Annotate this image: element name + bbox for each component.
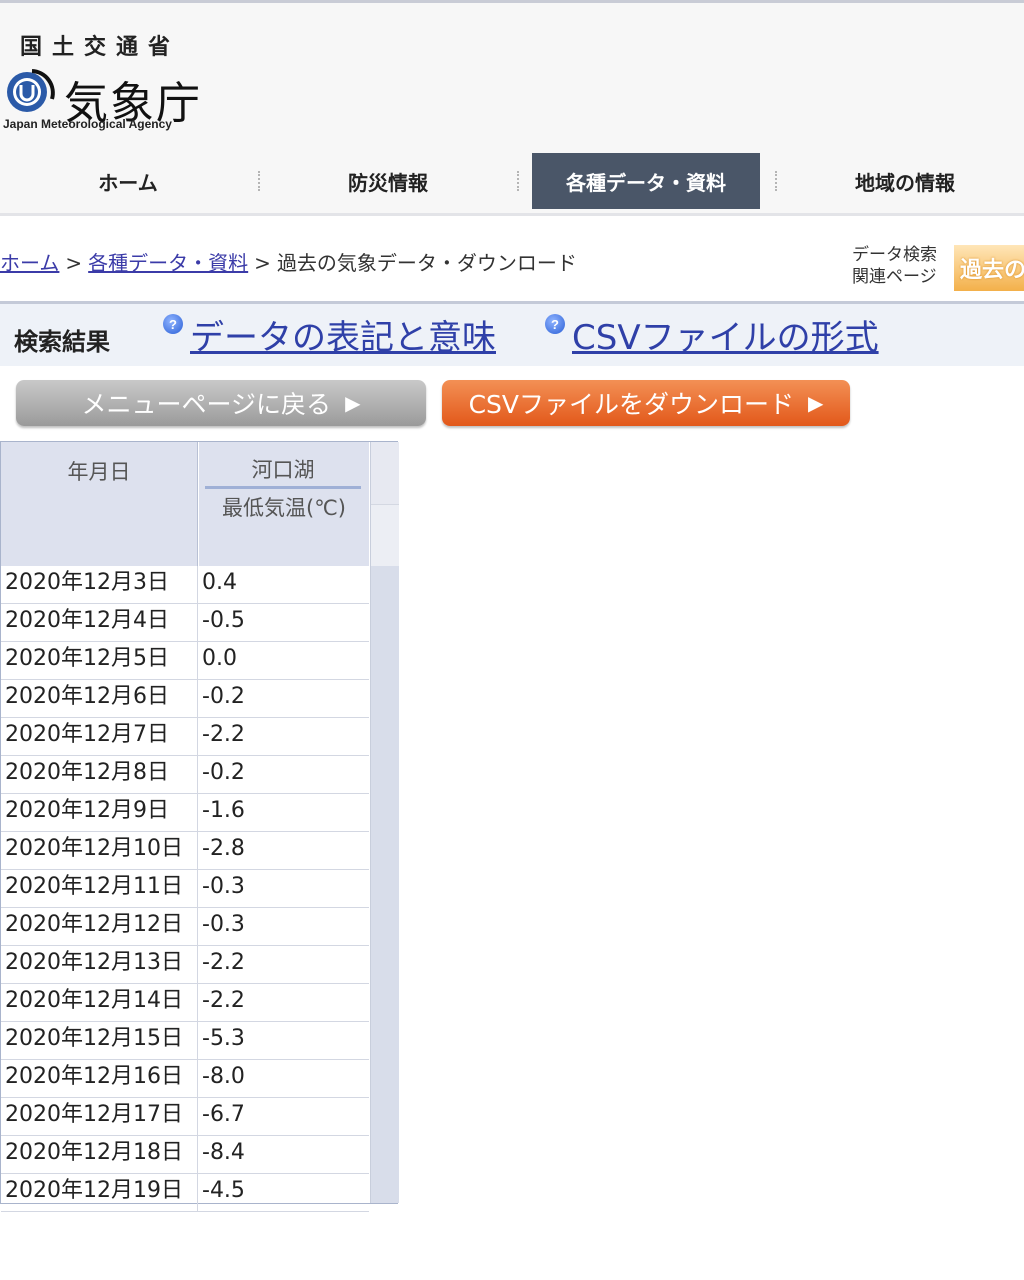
- date-cell: 2020年12月13日: [1, 946, 198, 983]
- date-cell: 2020年12月6日: [1, 680, 198, 717]
- main-nav: ホーム 防災情報 各種データ・資料 地域の情報: [0, 153, 1024, 216]
- nav-separator: [258, 171, 260, 191]
- table-row: 2020年12月10日 -2.8: [1, 832, 369, 870]
- breadcrumb: ホーム > 各種データ・資料 > 過去の気象データ・ダウンロード: [0, 247, 577, 276]
- related-pages-label: データ検索関連ページ: [852, 245, 937, 287]
- csv-format-link[interactable]: CSVファイルの形式: [572, 310, 879, 359]
- back-to-menu-button[interactable]: メニューページに戻る ▶: [16, 380, 426, 426]
- site-header: 国土交通省 気象庁 Japan Meteorological Agency: [0, 3, 1024, 153]
- min-temperature-cell: -8.4: [202, 1140, 245, 1165]
- nav-separator: [775, 171, 777, 191]
- table-row: 2020年12月17日 -6.7: [1, 1098, 369, 1136]
- date-cell: 2020年12月14日: [1, 984, 198, 1021]
- table-scrollbar[interactable]: [370, 566, 399, 1203]
- past-data-banner[interactable]: 過去の: [954, 245, 1024, 291]
- table-row: 2020年12月15日 -5.3: [1, 1022, 369, 1060]
- element-name: 最低気温(℃): [222, 496, 346, 520]
- min-temperature-cell: -1.6: [202, 798, 245, 823]
- date-cell: 2020年12月16日: [1, 1060, 198, 1097]
- min-temperature-cell: -0.2: [202, 684, 245, 709]
- min-temperature-cell: -0.5: [202, 608, 245, 633]
- min-temperature-cell: -0.3: [202, 874, 245, 899]
- nav-regional-info[interactable]: 地域の情報: [791, 153, 1019, 209]
- min-temperature-cell: -2.2: [202, 988, 245, 1013]
- min-temperature-cell: -2.2: [202, 722, 245, 747]
- table-body: 2020年12月3日 0.4 2020年12月4日 -0.5 2020年12月5日 0.0…: [1, 566, 369, 1212]
- min-temperature-cell: -5.3: [202, 1026, 245, 1051]
- table-row: 2020年12月3日 0.4: [1, 566, 369, 604]
- date-cell: 2020年12月12日: [1, 908, 198, 945]
- date-cell: 2020年12月18日: [1, 1136, 198, 1173]
- search-result-bar: 検索結果 ? データの表記と意味 ? CSVファイルの形式: [0, 301, 1024, 366]
- table-row: 2020年12月18日 -8.4: [1, 1136, 369, 1174]
- table-row: 2020年12月9日 -1.6: [1, 794, 369, 832]
- nav-disaster-info[interactable]: 防災情報: [274, 153, 502, 209]
- breadcrumb-separator: >: [65, 251, 83, 275]
- date-cell: 2020年12月8日: [1, 756, 198, 793]
- agency-name-english: Japan Meteorological Agency: [3, 117, 172, 131]
- date-cell: 2020年12月15日: [1, 1022, 198, 1059]
- min-temperature-cell: -6.7: [202, 1102, 245, 1127]
- breadcrumb-separator: >: [254, 251, 271, 275]
- breadcrumb-data-link[interactable]: 各種データ・資料: [88, 251, 248, 275]
- table-row: 2020年12月7日 -2.2: [1, 718, 369, 756]
- nav-home[interactable]: ホーム: [14, 153, 242, 209]
- data-table: 年月日 河口湖 最低気温(℃) 2020年12月3日 0.4 2020年12月4日 -…: [0, 441, 399, 1212]
- jma-logo-icon[interactable]: [2, 63, 56, 117]
- table-row: 2020年12月13日 -2.2: [1, 946, 369, 984]
- ministry-name: 国土交通省: [20, 35, 181, 60]
- date-column-header: 年月日: [1, 442, 198, 566]
- date-cell: 2020年12月17日: [1, 1098, 198, 1135]
- table-row: 2020年12月8日 -0.2: [1, 756, 369, 794]
- table-row: 2020年12月6日 -0.2: [1, 680, 369, 718]
- table-row: 2020年12月14日 -2.2: [1, 984, 369, 1022]
- min-temperature-cell: -2.8: [202, 836, 245, 861]
- table-row: 2020年12月16日 -8.0: [1, 1060, 369, 1098]
- table-row: 2020年12月4日 -0.5: [1, 604, 369, 642]
- min-temperature-cell: -2.2: [202, 950, 245, 975]
- table-row: 2020年12月11日 -0.3: [1, 870, 369, 908]
- back-to-menu-label: メニューページに戻る: [81, 390, 332, 419]
- play-arrow-icon: ▶: [808, 391, 824, 415]
- nav-separator: [517, 171, 519, 191]
- min-temperature-cell: -4.5: [202, 1178, 245, 1203]
- search-result-title: 検索結果: [14, 328, 110, 356]
- min-temperature-cell: 0.4: [202, 570, 237, 595]
- data-notation-link[interactable]: データの表記と意味: [190, 310, 496, 359]
- header-scroll-gutter: [370, 442, 399, 567]
- date-cell: 2020年12月4日: [1, 604, 198, 641]
- min-temperature-cell: -0.3: [202, 912, 245, 937]
- breadcrumb-home-link[interactable]: ホーム: [0, 251, 59, 275]
- help-icon: ?: [545, 314, 565, 334]
- date-cell: 2020年12月7日: [1, 718, 198, 755]
- nav-data-materials[interactable]: 各種データ・資料: [532, 153, 760, 209]
- play-arrow-icon: ▶: [345, 391, 361, 415]
- min-temperature-cell: -8.0: [202, 1064, 245, 1089]
- date-cell: 2020年12月11日: [1, 870, 198, 907]
- date-cell: 2020年12月5日: [1, 642, 198, 679]
- date-cell: 2020年12月19日: [1, 1174, 198, 1211]
- download-csv-label: CSVファイルをダウンロード: [468, 390, 795, 419]
- help-icon: ?: [163, 314, 183, 334]
- date-cell: 2020年12月9日: [1, 794, 198, 831]
- date-cell: 2020年12月3日: [1, 566, 198, 603]
- min-temperature-cell: 0.0: [202, 646, 237, 671]
- table-row: 2020年12月5日 0.0: [1, 642, 369, 680]
- table-row: 2020年12月19日 -4.5: [1, 1174, 369, 1212]
- station-name: 河口湖: [205, 454, 361, 489]
- table-row: 2020年12月12日 -0.3: [1, 908, 369, 946]
- min-temperature-cell: -0.2: [202, 760, 245, 785]
- station-column-header: 河口湖 最低気温(℃): [199, 442, 369, 566]
- download-csv-button[interactable]: CSVファイルをダウンロード ▶: [442, 380, 850, 426]
- breadcrumb-current: 過去の気象データ・ダウンロード: [276, 251, 577, 275]
- date-cell: 2020年12月10日: [1, 832, 198, 869]
